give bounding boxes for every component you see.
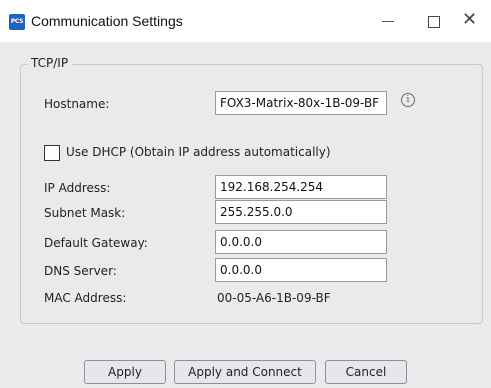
ip-address-label: IP Address: xyxy=(44,181,111,195)
dns-server-label: DNS Server: xyxy=(44,264,117,278)
info-icon[interactable]: i xyxy=(401,93,415,107)
close-button[interactable]: ✕ xyxy=(445,0,491,42)
title-bar[interactable]: PCS Communication Settings ✕ xyxy=(0,0,491,42)
ip-address-field[interactable]: 192.168.254.254 xyxy=(215,175,387,199)
minimize-button[interactable] xyxy=(365,0,411,42)
mac-address-label: MAC Address: xyxy=(44,291,127,305)
info-icon-glyph: i xyxy=(406,95,410,105)
default-gateway-label: Default Gateway: xyxy=(44,236,148,250)
cancel-button[interactable]: Cancel xyxy=(325,360,407,384)
dialog-body: TCP/IP Hostname: FOX3-Matrix-80x-1B-09-B… xyxy=(0,42,491,388)
window-title: Communication Settings xyxy=(31,13,183,29)
apply-button[interactable]: Apply xyxy=(84,360,166,384)
minimize-icon xyxy=(382,21,394,22)
hostname-label: Hostname: xyxy=(44,97,110,111)
use-dhcp-checkbox[interactable] xyxy=(44,145,60,161)
tcpip-group-legend: TCP/IP xyxy=(27,56,73,70)
dns-server-field[interactable]: 0.0.0.0 xyxy=(215,258,387,282)
maximize-icon xyxy=(428,16,440,28)
subnet-mask-label: Subnet Mask: xyxy=(44,206,126,220)
close-icon: ✕ xyxy=(462,9,478,30)
default-gateway-field[interactable]: 0.0.0.0 xyxy=(215,230,387,254)
hostname-field[interactable]: FOX3-Matrix-80x-1B-09-BF xyxy=(215,91,387,115)
communication-settings-window: PCS Communication Settings ✕ TCP/IP Host… xyxy=(0,0,491,388)
app-icon-text: PCS xyxy=(10,18,24,25)
apply-and-connect-button[interactable]: Apply and Connect xyxy=(174,360,316,384)
mac-address-value: 00-05-A6-1B-09-BF xyxy=(217,291,331,305)
use-dhcp-label[interactable]: Use DHCP (Obtain IP address automaticall… xyxy=(66,145,331,159)
subnet-mask-field[interactable]: 255.255.0.0 xyxy=(215,200,387,224)
pcs-app-icon: PCS xyxy=(9,14,25,30)
